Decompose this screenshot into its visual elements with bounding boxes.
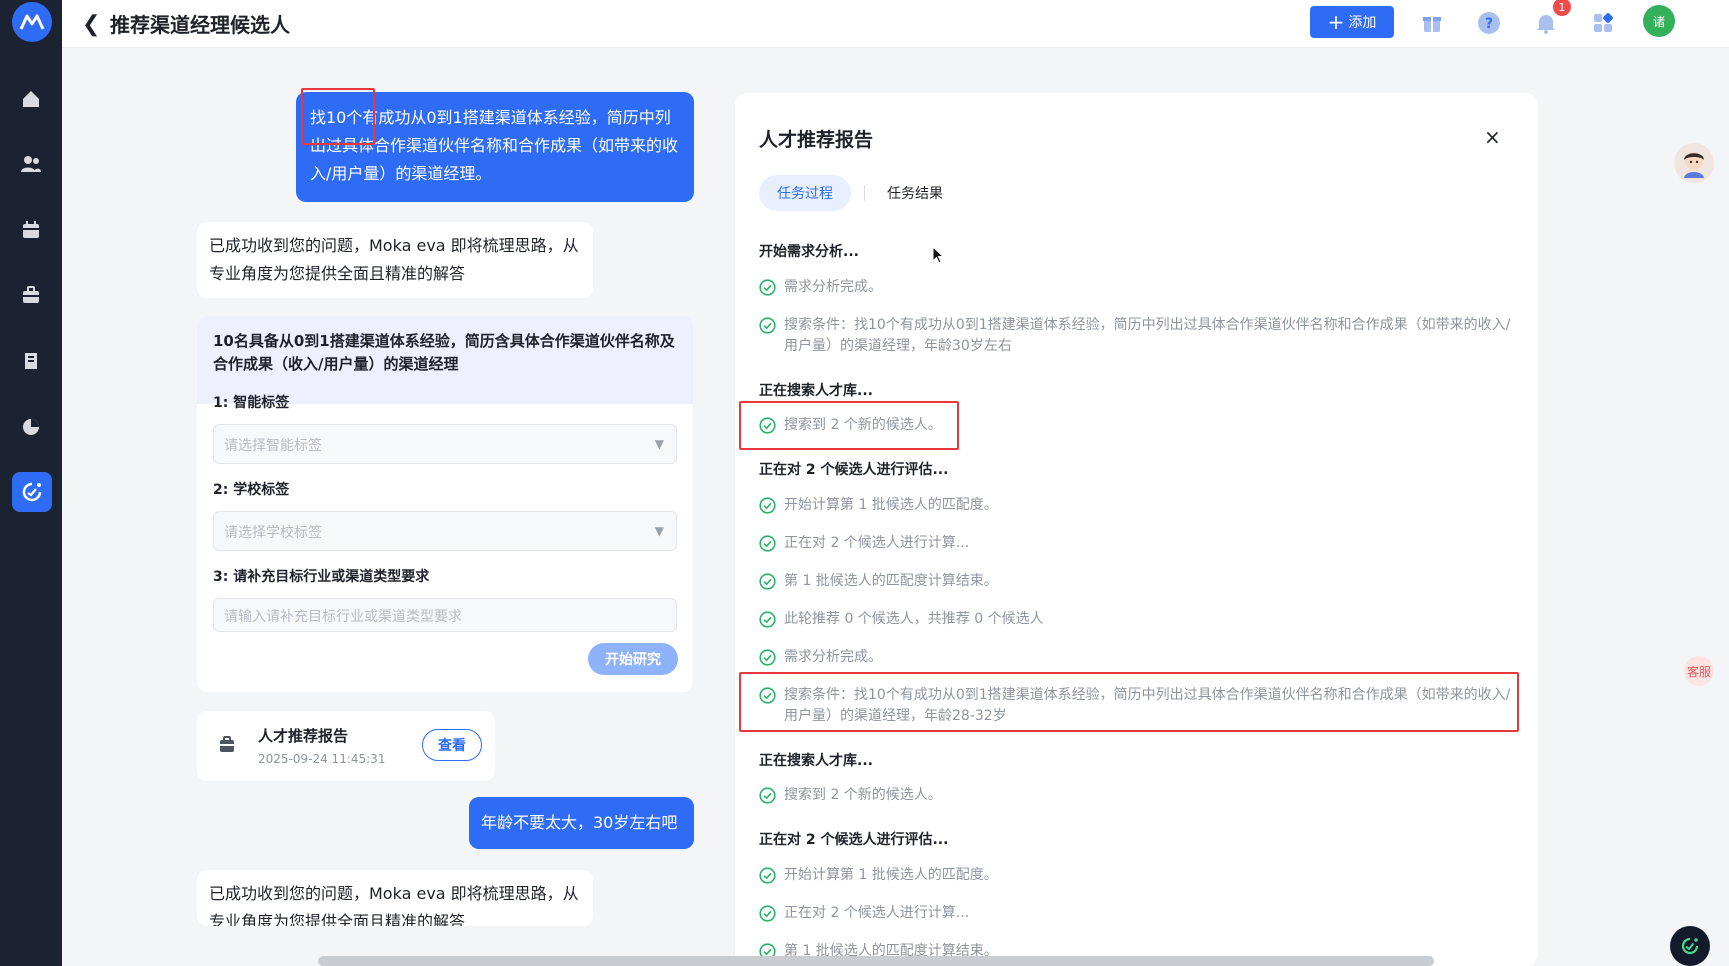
report-card: 人才推荐报告 2025-09-24 11:45:31 查看 <box>197 711 495 781</box>
log-item: 正在对 2 个候选人进行计算... <box>759 903 1519 924</box>
smart-tag-select[interactable]: 请选择智能标签 ▼ <box>213 424 677 464</box>
form-title: 10名具备从0到1搭建渠道体系经验，简历含具体合作渠道伙伴名称及合作成果（收入/… <box>213 332 675 373</box>
school-tag-label: 2: 学校标签 <box>213 482 290 498</box>
smart-tag-placeholder: 请选择智能标签 <box>224 438 322 454</box>
notification-badge: 1 <box>1553 0 1571 16</box>
log-item-text: 正在对 2 个候选人进行计算... <box>784 535 970 551</box>
start-research-button[interactable]: 开始研究 <box>588 643 678 675</box>
assistant-avatar[interactable] <box>1674 143 1714 183</box>
log-heading: 正在搜索人才库... <box>759 383 873 399</box>
log-item-text: 第 1 批候选人的匹配度计算结束。 <box>784 573 998 589</box>
add-button[interactable]: + 添加 <box>1310 6 1394 38</box>
check-circle-icon <box>759 317 776 334</box>
user-avatar[interactable]: 诸 <box>1643 5 1675 37</box>
add-button-label: 添加 <box>1348 15 1377 31</box>
svg-text:?: ? <box>1485 16 1493 32</box>
close-icon[interactable]: × <box>1484 125 1501 149</box>
check-circle-icon <box>759 649 776 666</box>
log-item-text: 搜索条件：找10个有成功从0到1搭建渠道体系经验，简历中列出过具体合作渠道伙伴名… <box>784 317 1511 354</box>
log-heading: 开始需求分析... <box>759 244 859 260</box>
log-item: 正在对 2 个候选人进行计算... <box>759 533 1519 554</box>
industry-requirement-placeholder: 请输入请补充目标行业或渠道类型要求 <box>224 609 462 625</box>
check-circle-icon <box>759 905 776 922</box>
calendar-icon[interactable] <box>14 213 48 247</box>
check-circle-icon <box>759 867 776 884</box>
check-circle-icon <box>759 611 776 628</box>
caret-down-icon: ▼ <box>654 437 664 451</box>
log-heading: 正在对 2 个候选人进行评估... <box>759 462 949 478</box>
report-name: 人才推荐报告 <box>258 727 349 745</box>
log-item-text: 搜索到 2 个新的候选人。 <box>784 787 942 803</box>
school-tag-placeholder: 请选择学校标签 <box>224 525 322 541</box>
gift-icon[interactable] <box>1418 9 1446 37</box>
book-icon[interactable] <box>14 344 48 378</box>
pie-chart-icon[interactable] <box>14 410 48 444</box>
check-circle-icon <box>759 535 776 552</box>
chevron-left-icon[interactable]: ❮ <box>82 12 100 37</box>
mouse-cursor-icon <box>932 245 945 268</box>
log-item: 开始计算第 1 批候选人的匹配度。 <box>759 865 1519 886</box>
people-icon[interactable] <box>14 147 48 181</box>
customer-service-icon[interactable]: 客服 <box>1684 656 1714 686</box>
ai-assistant-icon[interactable] <box>12 472 52 512</box>
bot-message-1: 已成功收到您的问题，Moka eva 即将梳理思路，从专业角度为您提供全面且精准… <box>197 222 593 298</box>
tab-task-process[interactable]: 任务过程 <box>759 175 851 211</box>
log-item-text: 开始计算第 1 批候选人的匹配度。 <box>784 867 998 883</box>
top-bar: ❮ 推荐渠道经理候选人 + 添加 ? 1 诸 <box>62 0 1729 48</box>
briefcase-icon[interactable] <box>14 278 48 312</box>
log-item-text: 此轮推荐 0 个候选人，共推荐 0 个候选人 <box>784 611 1044 627</box>
panel-title: 人才推荐报告 <box>759 129 874 151</box>
check-circle-icon <box>759 497 776 514</box>
log-item: 第 1 批候选人的匹配度计算结束。 <box>759 571 1519 592</box>
report-panel: 人才推荐报告 × 任务过程 任务结果 开始需求分析... 需求分析完成。 搜索条… <box>735 93 1538 966</box>
apps-icon[interactable] <box>1589 9 1617 37</box>
log-item-text: 需求分析完成。 <box>784 649 882 665</box>
log-item: 此轮推荐 0 个候选人，共推荐 0 个候选人 <box>759 609 1519 630</box>
highlight-box <box>739 672 1519 732</box>
industry-requirement-label: 3: 请补充目标行业或渠道类型要求 <box>213 569 430 585</box>
check-circle-icon <box>759 573 776 590</box>
tab-divider <box>864 185 865 201</box>
log-item-text: 正在对 2 个候选人进行计算... <box>784 905 970 921</box>
log-item: 开始计算第 1 批候选人的匹配度。 <box>759 495 1519 516</box>
log-heading: 正在对 2 个候选人进行评估... <box>759 832 949 848</box>
log-item: 搜索到 2 个新的候选人。 <box>759 785 1519 806</box>
research-form-card: 10名具备从0到1搭建渠道体系经验，简历含具体合作渠道伙伴名称及合作成果（收入/… <box>197 316 693 692</box>
school-tag-select[interactable]: 请选择学校标签 ▼ <box>213 511 677 551</box>
home-icon[interactable] <box>14 82 48 116</box>
report-time: 2025-09-24 11:45:31 <box>258 752 386 766</box>
highlight-box <box>301 88 375 145</box>
help-icon[interactable]: ? <box>1475 9 1503 37</box>
caret-down-icon: ▼ <box>654 524 664 538</box>
moka-logo-icon[interactable] <box>12 2 52 42</box>
user-message-2: 年龄不要太大，30岁左右吧 <box>469 797 694 849</box>
smart-tag-label: 1: 智能标签 <box>213 395 290 411</box>
tab-task-result[interactable]: 任务结果 <box>870 175 960 211</box>
horizontal-scrollbar[interactable] <box>318 956 1434 966</box>
log-item-text: 需求分析完成。 <box>784 279 882 295</box>
bot-message-2: 已成功收到您的问题，Moka eva 即将梳理思路，从专业角度为您提供全面且精准… <box>197 870 593 926</box>
view-report-button[interactable]: 查看 <box>422 729 482 761</box>
log-heading: 正在搜索人才库... <box>759 753 873 769</box>
log-item-text: 开始计算第 1 批候选人的匹配度。 <box>784 497 998 513</box>
log-item: 搜索条件：找10个有成功从0到1搭建渠道体系经验，简历中列出过具体合作渠道伙伴名… <box>759 315 1519 357</box>
left-sidebar <box>0 0 62 966</box>
ai-assistant-icon[interactable] <box>1670 926 1710 966</box>
check-circle-icon <box>759 787 776 804</box>
page-title: 推荐渠道经理候选人 <box>110 13 290 37</box>
industry-requirement-input[interactable]: 请输入请补充目标行业或渠道类型要求 <box>213 598 677 632</box>
highlight-box <box>739 401 959 450</box>
log-item: 需求分析完成。 <box>759 277 1519 298</box>
log-item: 需求分析完成。 <box>759 647 1519 668</box>
check-circle-icon <box>759 279 776 296</box>
plus-icon: + <box>1327 10 1345 34</box>
report-icon <box>217 735 237 755</box>
